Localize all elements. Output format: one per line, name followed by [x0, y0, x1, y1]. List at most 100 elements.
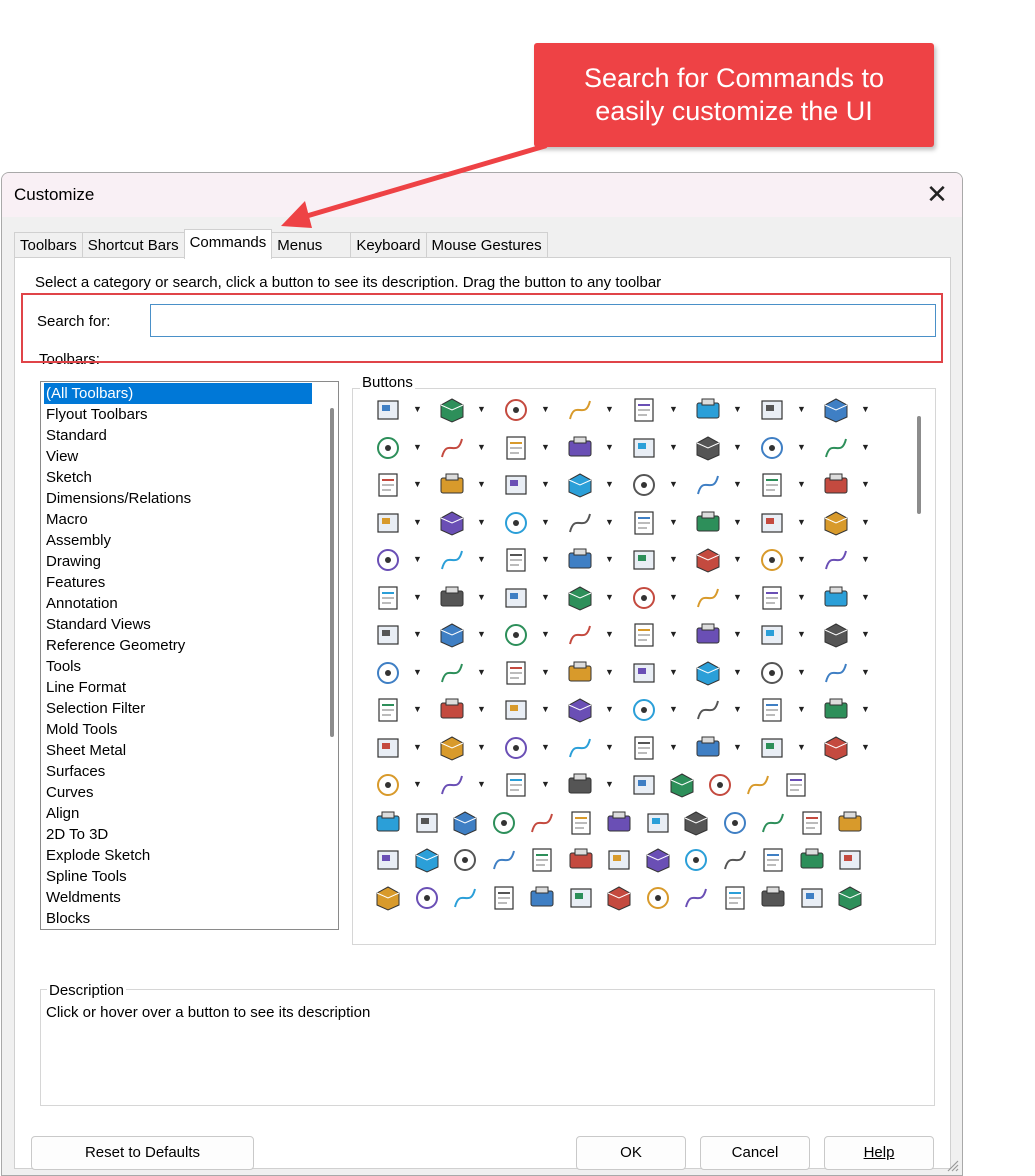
circle-dot-icon[interactable] — [821, 583, 851, 613]
list-view-icon[interactable] — [566, 883, 596, 913]
scissors-cut-icon[interactable] — [412, 845, 442, 875]
globe-network-icon[interactable] — [720, 883, 750, 913]
cancel-button[interactable]: Cancel — [700, 1136, 810, 1170]
crosshair-icon[interactable] — [821, 395, 851, 425]
sketch-block-icon[interactable] — [373, 395, 403, 425]
spline-wave-icon[interactable] — [501, 620, 531, 650]
insert-component-icon[interactable] — [821, 658, 851, 688]
origin-axis-icon[interactable] — [373, 658, 403, 688]
toolbar-item[interactable]: Sketch — [44, 467, 94, 488]
wave-curve-icon[interactable] — [565, 508, 595, 538]
toolbar-item[interactable]: View — [44, 446, 80, 467]
dropdown-arrow-icon[interactable]: ▼ — [797, 592, 806, 602]
toolbar-item[interactable]: 2D To 3D — [44, 824, 110, 845]
title-bar[interactable]: Customize ✕ — [2, 173, 962, 217]
toolbar-item[interactable]: Reference Geometry — [44, 635, 187, 656]
offset-entity-icon[interactable] — [757, 620, 787, 650]
display-state-icon[interactable] — [757, 470, 787, 500]
tab-commands[interactable]: Commands — [183, 229, 273, 259]
delete-x2-icon[interactable] — [566, 845, 596, 875]
tab-mouse-gestures[interactable]: Mouse Gestures — [425, 232, 548, 259]
block-hierarchy-icon[interactable] — [693, 658, 723, 688]
refresh-doc-icon[interactable] — [781, 770, 811, 800]
dropdown-arrow-icon[interactable]: ▼ — [477, 779, 486, 789]
annotation-text-icon[interactable] — [501, 395, 531, 425]
dropdown-arrow-icon[interactable]: ▼ — [797, 517, 806, 527]
dropdown-arrow-icon[interactable]: ▼ — [413, 442, 422, 452]
drawing-sheet-icon[interactable] — [693, 470, 723, 500]
globe-world-icon[interactable] — [565, 545, 595, 575]
dropdown-arrow-icon[interactable]: ▼ — [413, 667, 422, 677]
warning-light-icon[interactable] — [412, 883, 442, 913]
dropdown-arrow-icon[interactable]: ▼ — [861, 592, 870, 602]
settings-gear-icon[interactable] — [501, 583, 531, 613]
dropdown-arrow-icon[interactable]: ▼ — [413, 517, 422, 527]
save-disk-icon[interactable] — [373, 583, 403, 613]
mirror-blocks-icon[interactable] — [821, 620, 851, 650]
blank-doc-icon[interactable] — [667, 770, 697, 800]
dropdown-arrow-icon[interactable]: ▼ — [541, 404, 550, 414]
dropdown-arrow-icon[interactable]: ▼ — [413, 779, 422, 789]
flag-shape-icon[interactable] — [821, 508, 851, 538]
dropdown-arrow-icon[interactable]: ▼ — [413, 592, 422, 602]
dropdown-arrow-icon[interactable]: ▼ — [797, 629, 806, 639]
export-doc-icon[interactable] — [743, 770, 773, 800]
dropdown-arrow-icon[interactable]: ▼ — [541, 554, 550, 564]
corner-arc-icon[interactable] — [565, 620, 595, 650]
toolbar-item[interactable]: Blocks — [44, 908, 92, 929]
dropdown-arrow-icon[interactable]: ▼ — [477, 517, 486, 527]
shell-feature-icon[interactable] — [565, 658, 595, 688]
select-lasso-icon[interactable] — [720, 845, 750, 875]
save-all-icon[interactable] — [681, 808, 711, 838]
help-button[interactable]: Help — [824, 1136, 934, 1170]
dropdown-arrow-icon[interactable]: ▼ — [605, 704, 614, 714]
pointer-multi-icon[interactable] — [758, 845, 788, 875]
dropdown-arrow-icon[interactable]: ▼ — [733, 479, 742, 489]
toolbar-item[interactable]: Annotation — [44, 593, 120, 614]
zoom-edit-icon[interactable] — [565, 733, 595, 763]
zoom-search-icon[interactable] — [501, 545, 531, 575]
appearance-cube-icon[interactable] — [373, 770, 403, 800]
cube-section-icon[interactable] — [501, 433, 531, 463]
resize-grip-icon[interactable] — [945, 1158, 959, 1172]
chamfer-icon[interactable] — [757, 658, 787, 688]
fillet-edge-icon[interactable] — [565, 583, 595, 613]
new-document-icon[interactable] — [757, 545, 787, 575]
dropdown-arrow-icon[interactable]: ▼ — [669, 554, 678, 564]
part-layout-icon[interactable] — [489, 808, 519, 838]
dropdown-arrow-icon[interactable]: ▼ — [797, 554, 806, 564]
dropdown-arrow-icon[interactable]: ▼ — [605, 442, 614, 452]
save-icon[interactable] — [720, 808, 750, 838]
dropdown-arrow-icon[interactable]: ▼ — [605, 404, 614, 414]
dropdown-arrow-icon[interactable]: ▼ — [733, 442, 742, 452]
dropdown-arrow-icon[interactable]: ▼ — [541, 742, 550, 752]
edit-draw-icon[interactable] — [643, 808, 673, 838]
print-doc-icon[interactable] — [797, 808, 827, 838]
dropdown-arrow-icon[interactable]: ▼ — [605, 742, 614, 752]
toolbar-item[interactable]: Standard Views — [44, 614, 153, 635]
dropdown-arrow-icon[interactable]: ▼ — [797, 479, 806, 489]
pointer-arrow-icon[interactable] — [693, 545, 723, 575]
flip-arrow-icon[interactable] — [565, 695, 595, 725]
arc-partial-icon[interactable] — [373, 620, 403, 650]
dropdown-arrow-icon[interactable]: ▼ — [669, 442, 678, 452]
move-face-icon[interactable] — [437, 695, 467, 725]
undo-icon[interactable] — [604, 845, 634, 875]
toolbar-item[interactable]: Sheet Metal — [44, 740, 128, 761]
select-window-icon[interactable] — [681, 845, 711, 875]
dropdown-arrow-icon[interactable]: ▼ — [541, 629, 550, 639]
layer-stack-icon[interactable] — [565, 770, 595, 800]
dropdown-arrow-icon[interactable]: ▼ — [605, 779, 614, 789]
selection-filter-icon[interactable] — [629, 470, 659, 500]
dropdown-arrow-icon[interactable]: ▼ — [605, 592, 614, 602]
dropdown-arrow-icon[interactable]: ▼ — [541, 479, 550, 489]
list-edit-icon[interactable] — [604, 883, 634, 913]
move-copy-icon[interactable] — [693, 508, 723, 538]
tab-toolbars[interactable]: Toolbars — [14, 232, 83, 259]
monitor-icon[interactable] — [693, 695, 723, 725]
dropdown-arrow-icon[interactable]: ▼ — [413, 704, 422, 714]
dropdown-arrow-icon[interactable]: ▼ — [733, 404, 742, 414]
dropdown-arrow-icon[interactable]: ▼ — [477, 479, 486, 489]
filter-funnel-icon[interactable] — [797, 845, 827, 875]
dropdown-arrow-icon[interactable]: ▼ — [797, 442, 806, 452]
